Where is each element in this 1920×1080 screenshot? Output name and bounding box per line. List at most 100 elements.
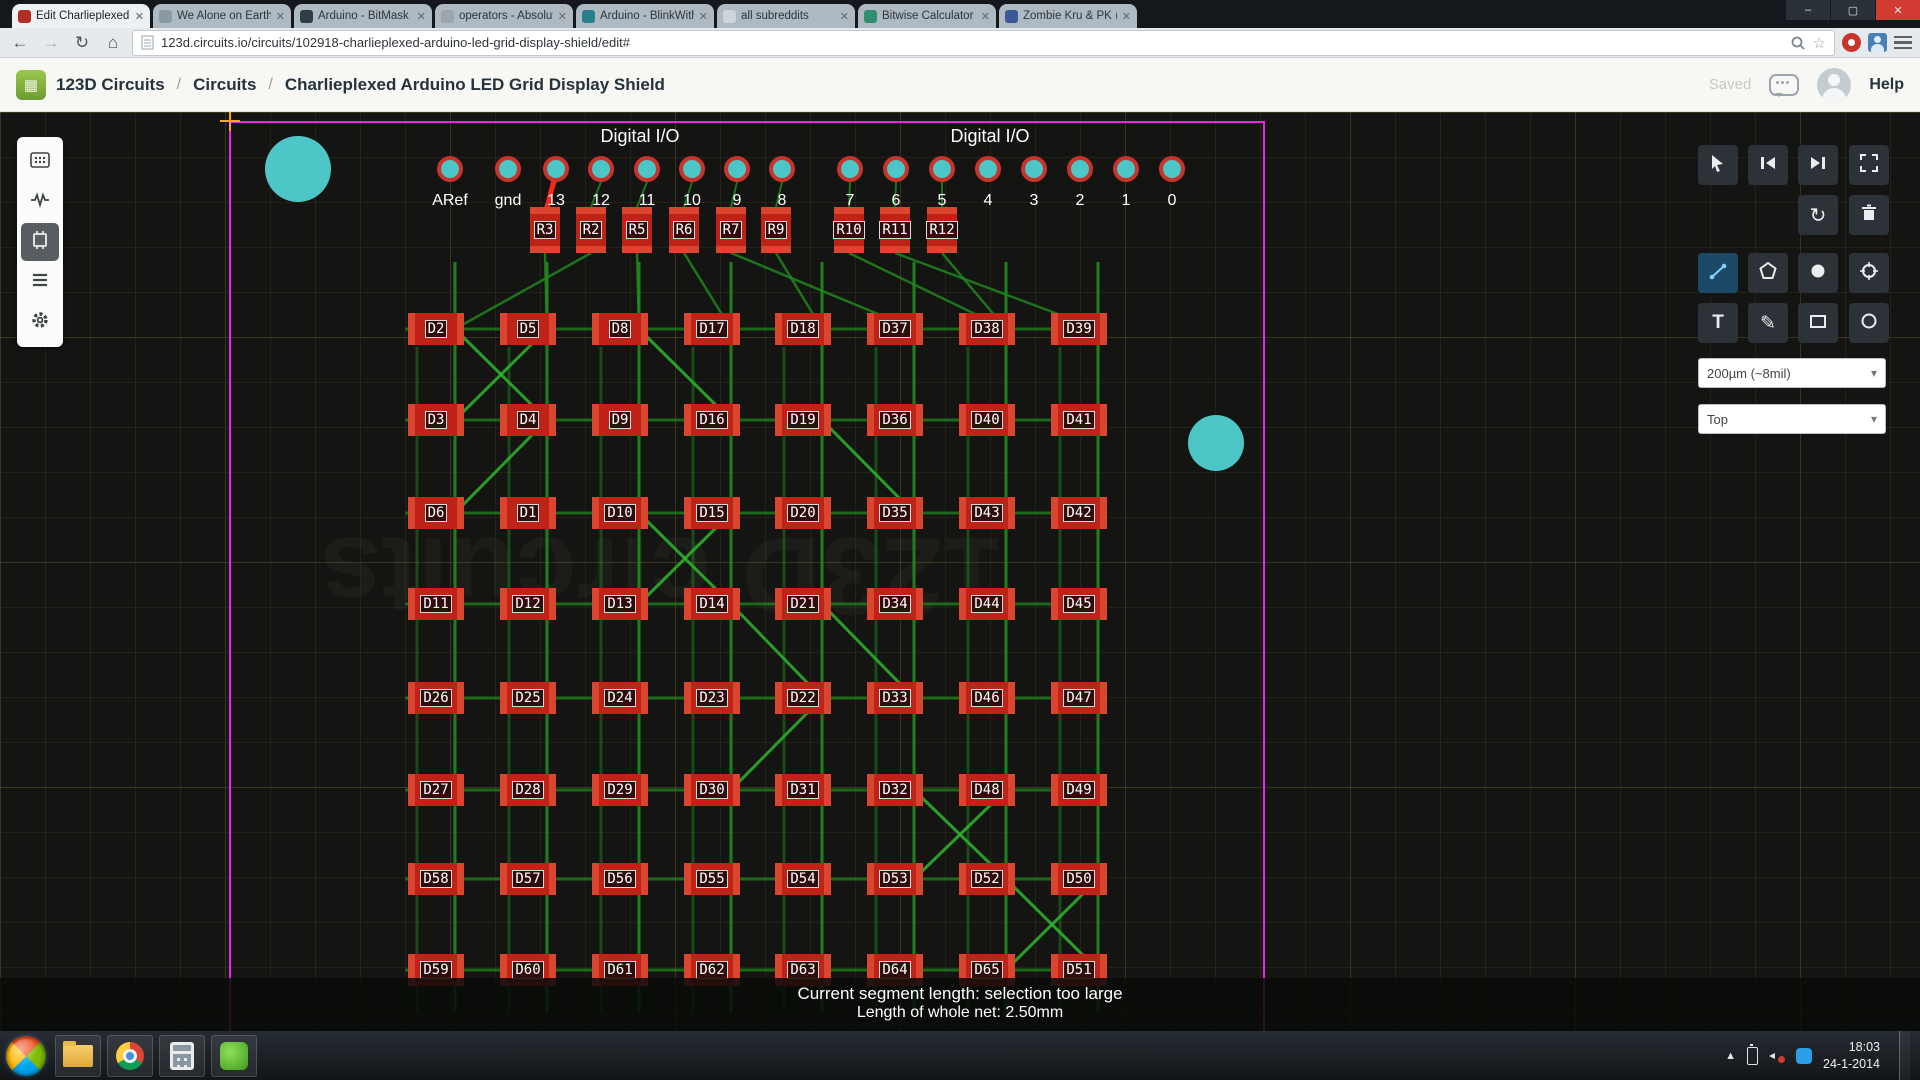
tab-close-icon[interactable]: ✕ [417, 10, 426, 23]
address-bar[interactable]: 123d.circuits.io/circuits/102918-charlie… [132, 30, 1835, 56]
led-component[interactable]: D50 [1051, 863, 1107, 895]
maximize-button[interactable]: ▢ [1831, 0, 1875, 20]
filled-circle-tool[interactable] [1798, 253, 1838, 293]
led-component[interactable]: D11 [408, 588, 464, 620]
via-tool[interactable] [1849, 253, 1889, 293]
browser-tab[interactable]: Arduino - BitMask ✕ [294, 4, 432, 28]
back-button[interactable]: ← [8, 31, 32, 55]
led-component[interactable]: D23 [684, 682, 740, 714]
fit-view-tool[interactable] [1849, 145, 1889, 185]
network-icon[interactable] [1796, 1048, 1812, 1064]
extension-red-icon[interactable] [1842, 33, 1861, 52]
led-component[interactable]: D56 [592, 863, 648, 895]
led-component[interactable]: D54 [775, 863, 831, 895]
delete-tool[interactable] [1849, 195, 1889, 235]
led-component[interactable]: D35 [867, 497, 923, 529]
led-component[interactable]: D2 [408, 313, 464, 345]
show-desktop-button[interactable] [1899, 1031, 1910, 1080]
led-component[interactable]: D41 [1051, 404, 1107, 436]
led-component[interactable]: D53 [867, 863, 923, 895]
resistor-component[interactable]: R7 [716, 207, 746, 253]
resistor-component[interactable]: R12 [927, 207, 957, 253]
led-component[interactable]: D13 [592, 588, 648, 620]
palette-settings[interactable] [21, 303, 59, 341]
led-component[interactable]: D43 [959, 497, 1015, 529]
tab-close-icon[interactable]: ✕ [276, 10, 285, 23]
led-component[interactable]: D33 [867, 682, 923, 714]
led-component[interactable]: D19 [775, 404, 831, 436]
header-pin-pad[interactable] [1113, 156, 1139, 182]
home-button[interactable]: ⌂ [101, 31, 125, 55]
previous-tool[interactable] [1748, 145, 1788, 185]
mounting-hole-pad[interactable] [265, 136, 331, 202]
browser-tab[interactable]: Zombie Kru & PK @ ✕ [999, 4, 1137, 28]
led-component[interactable]: D22 [775, 682, 831, 714]
user-avatar[interactable] [1817, 68, 1851, 102]
header-pin-pad[interactable] [495, 156, 521, 182]
led-component[interactable]: D5 [500, 313, 556, 345]
forward-button[interactable]: → [39, 31, 63, 55]
led-component[interactable]: D49 [1051, 774, 1107, 806]
tab-close-icon[interactable]: ✕ [1122, 10, 1131, 23]
browser-tab[interactable]: all subreddits ✕ [717, 4, 855, 28]
layer-select[interactable]: Top ▾ [1698, 404, 1886, 434]
header-pin-pad[interactable] [883, 156, 909, 182]
led-component[interactable]: D8 [592, 313, 648, 345]
resistor-component[interactable]: R2 [576, 207, 606, 253]
tab-close-icon[interactable]: ✕ [981, 10, 990, 23]
palette-components-list[interactable] [21, 263, 59, 301]
calculator-icon[interactable] [159, 1035, 205, 1077]
mounting-hole-pad[interactable] [1188, 415, 1244, 471]
start-button[interactable] [6, 1036, 46, 1076]
palette-breadboard-view[interactable] [21, 143, 59, 181]
led-component[interactable]: D6 [408, 497, 464, 529]
led-component[interactable]: D46 [959, 682, 1015, 714]
led-component[interactable]: D27 [408, 774, 464, 806]
led-component[interactable]: D24 [592, 682, 648, 714]
palette-pcb-view[interactable] [21, 223, 59, 261]
resistor-component[interactable]: R6 [669, 207, 699, 253]
tab-close-icon[interactable]: ✕ [840, 10, 849, 23]
battery-icon[interactable] [1747, 1047, 1758, 1065]
header-pin-pad[interactable] [1159, 156, 1185, 182]
tab-close-icon[interactable]: ✕ [135, 10, 144, 23]
led-component[interactable]: D4 [500, 404, 556, 436]
led-component[interactable]: D29 [592, 774, 648, 806]
pcb-editor-canvas[interactable]: 123D circuits ARefgnd131211109876543210R… [0, 112, 1920, 1031]
header-pin-pad[interactable] [1067, 156, 1093, 182]
resistor-component[interactable]: R9 [761, 207, 791, 253]
chrome-menu-icon[interactable] [1894, 36, 1912, 50]
header-pin-pad[interactable] [769, 156, 795, 182]
led-component[interactable]: D38 [959, 313, 1015, 345]
led-component[interactable]: D18 [775, 313, 831, 345]
help-link[interactable]: Help [1869, 76, 1904, 94]
led-component[interactable]: D17 [684, 313, 740, 345]
breadcrumb-home[interactable]: 123D Circuits [56, 75, 165, 95]
led-component[interactable]: D57 [500, 863, 556, 895]
led-component[interactable]: D37 [867, 313, 923, 345]
rotate-tool[interactable]: ↻ [1798, 195, 1838, 235]
circle-tool[interactable] [1849, 303, 1889, 343]
led-component[interactable]: D14 [684, 588, 740, 620]
led-component[interactable]: D45 [1051, 588, 1107, 620]
volume-icon[interactable] [1769, 1049, 1785, 1063]
header-pin-pad[interactable] [634, 156, 660, 182]
led-component[interactable]: D36 [867, 404, 923, 436]
header-pin-pad[interactable] [543, 156, 569, 182]
comments-icon[interactable] [1769, 74, 1799, 96]
led-component[interactable]: D26 [408, 682, 464, 714]
browser-tab[interactable]: Bitwise Calculator - | ✕ [858, 4, 996, 28]
led-component[interactable]: D58 [408, 863, 464, 895]
led-component[interactable]: D32 [867, 774, 923, 806]
text-tool[interactable]: T [1698, 303, 1738, 343]
minimize-button[interactable]: – [1786, 0, 1830, 20]
hidden-icons-chevron[interactable]: ▲ [1725, 1050, 1736, 1062]
resistor-component[interactable]: R3 [530, 207, 560, 253]
led-component[interactable]: D28 [500, 774, 556, 806]
led-component[interactable]: D20 [775, 497, 831, 529]
tab-close-icon[interactable]: ✕ [699, 10, 708, 23]
chrome-icon[interactable] [107, 1035, 153, 1077]
trace-width-select[interactable]: 200µm (~8mil) ▾ [1698, 358, 1886, 388]
led-component[interactable]: D21 [775, 588, 831, 620]
breadcrumb-circuits[interactable]: Circuits [193, 75, 256, 95]
